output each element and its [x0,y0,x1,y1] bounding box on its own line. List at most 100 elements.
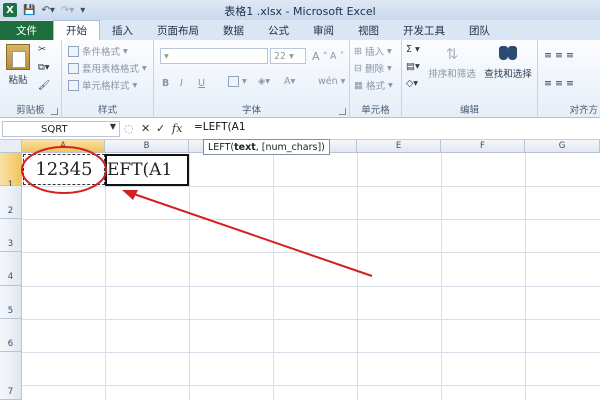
function-dropdown-icon[interactable]: ◌ [124,122,134,135]
cell-styles-icon [68,79,79,91]
column-header-f[interactable]: F [441,140,525,153]
styles-group: 条件格式 ▾ 套用表格格式 ▾ 单元格样式 ▾ 样式 [62,40,154,118]
grow-font-button[interactable]: A ˄ [312,50,328,63]
styles-group-label: 样式 [97,105,117,116]
undo-icon[interactable]: ↶▾ [41,5,54,16]
function-tooltip: LEFT(text, [num_chars]) [203,139,330,155]
insert-cells-label: 插入 [364,47,384,58]
align-left-icon[interactable]: ≡ ≡ ≡ [544,78,574,89]
font-color-button[interactable]: A▾ [284,76,295,87]
column-header-e[interactable]: E [357,140,441,153]
clipboard-launcher-icon[interactable] [51,108,58,115]
customize-icon[interactable]: ▾ [80,5,85,16]
paste-icon [6,44,30,70]
tab-formulas[interactable]: 公式 [256,21,301,40]
column-header-g[interactable]: G [525,140,600,153]
borders-button[interactable]: ▾ [228,76,247,87]
conditional-format-button[interactable]: 条件格式 ▾ [68,44,128,58]
insert-function-icon[interactable]: fx [172,122,182,135]
editing-group: Σ ▾ ▤▾ ◇▾ ⇅ 排序和筛选 查找和选择 编辑 [402,40,538,118]
cell-a1[interactable]: 12345 [23,154,105,185]
title-bar: X 💾 ↶▾ ↷▾ ▾ 表格1 .xlsx - Microsoft Excel [0,0,600,20]
tab-file[interactable]: 文件 [0,21,53,40]
row-header-4[interactable]: 4 [0,252,22,286]
row-header-1[interactable]: 1 [0,153,22,190]
bold-button[interactable]: B [162,78,169,89]
column-header-a[interactable]: A [22,140,105,153]
name-box-value: SQRT [41,123,68,135]
clipboard-group: 粘贴 ✂ ⧉▾ 🖌 剪贴板 [0,40,62,118]
fill-color-button[interactable]: ◈▾ [258,76,270,87]
formula-bar: SQRT ▼ ◌ ✕ ✓ fx =LEFT(A1 [0,118,600,140]
shrink-font-label: A [330,51,337,62]
phonetic-button[interactable]: wén ▾ [318,76,345,87]
format-cells-button[interactable]: ▦ 格式 ▾ [354,78,393,93]
format-painter-icon[interactable]: 🖌 [38,80,50,91]
cancel-icon[interactable]: ✕ [141,122,150,135]
tab-page-layout[interactable]: 页面布局 [145,21,211,40]
tab-review[interactable]: 审阅 [301,21,346,40]
enter-icon[interactable]: ✓ [156,122,165,135]
clear-button[interactable]: ◇▾ [406,78,418,89]
tab-view[interactable]: 视图 [346,21,391,40]
quick-access-toolbar: 💾 ↶▾ ↷▾ ▾ [23,5,85,16]
save-icon[interactable]: 💾 [23,5,35,16]
sort-filter-button[interactable]: ⇅ 排序和筛选 [428,44,476,80]
align-top-icon[interactable]: ≡ ≡ ≡ [544,50,574,61]
tab-insert[interactable]: 插入 [100,21,145,40]
paste-label: 粘贴 [8,75,28,86]
fill-button[interactable]: ▤▾ [406,61,420,72]
insert-cells-button[interactable]: ⊞ 插入 ▾ [354,44,392,59]
name-box-dropdown-icon[interactable]: ▼ [110,122,116,131]
alignment-group-label: 对齐方 [569,105,598,116]
paste-button[interactable]: 粘贴 [4,44,32,86]
sort-filter-icon: ⇅ [445,45,459,63]
name-box[interactable]: SQRT ▼ [2,121,120,137]
cell-styles-button[interactable]: 单元格样式 ▾ [68,78,137,92]
font-size-value: 22 [274,50,287,62]
delete-cells-button[interactable]: ⊟ 删除 ▾ [354,61,392,76]
tab-developer[interactable]: 开发工具 [391,21,457,40]
font-launcher-icon[interactable] [339,108,346,115]
phonetic-label: wén [318,76,338,87]
cell-b1-editing[interactable]: EFT(A1 [105,154,189,186]
row-header-3[interactable]: 3 [0,219,22,252]
alignment-group: ≡ ≡ ≡ ≡ ≡ ≡ 对齐方 [538,40,600,118]
window-title: 表格1 .xlsx - Microsoft Excel [224,5,376,18]
tooltip-current-arg[interactable]: text [234,142,256,153]
copy-icon[interactable]: ⧉▾ [38,62,50,73]
redo-icon[interactable]: ↷▾ [61,5,74,16]
row-header-2[interactable]: 2 [0,186,22,219]
autosum-icon: Σ [406,44,413,55]
cell-styles-label: 单元格样式 [82,81,130,92]
column-header-b[interactable]: B [105,140,189,153]
formula-input[interactable]: =LEFT(A1 [194,121,246,133]
binoculars-icon [497,44,519,64]
row-header-6[interactable]: 6 [0,319,22,352]
cut-icon[interactable]: ✂ [38,44,46,55]
borders-icon [228,76,239,87]
ribbon-tabs: 文件 开始 插入 页面布局 数据 公式 审阅 视图 开发工具 团队 [0,20,600,40]
tooltip-rest[interactable]: , [num_chars]) [256,142,325,153]
conditional-format-label: 条件格式 [82,47,121,58]
font-size-select[interactable]: 22 ▾ [270,48,306,64]
table-format-button[interactable]: 套用表格格式 ▾ [68,61,147,75]
tab-team[interactable]: 团队 [457,21,502,40]
editing-group-label: 编辑 [459,105,479,116]
row-header-5[interactable]: 5 [0,286,22,319]
table-format-label: 套用表格格式 [82,64,140,75]
italic-button[interactable]: I [180,78,183,89]
row-header-7[interactable]: 7 [0,352,22,400]
underline-button[interactable]: U [198,78,205,89]
table-format-icon [68,62,79,74]
tab-data[interactable]: 数据 [211,21,256,40]
shrink-font-button[interactable]: A ˅ [330,51,344,62]
tab-home[interactable]: 开始 [53,20,100,40]
find-select-button[interactable]: 查找和选择 [482,44,534,80]
worksheet-grid[interactable]: A B C D E F G 1 2 3 4 5 6 7 12345 EFT(A1 [0,140,600,400]
font-name-select[interactable]: ▾ [160,48,268,64]
autosum-button[interactable]: Σ ▾ [406,44,420,55]
font-group-label: 字体 [241,105,261,116]
font-group: ▾ 22 ▾ A ˄ A ˅ B I U ▾ ◈▾ A▾ wén ▾ 字体 [154,40,350,118]
select-all-corner[interactable] [0,140,22,153]
